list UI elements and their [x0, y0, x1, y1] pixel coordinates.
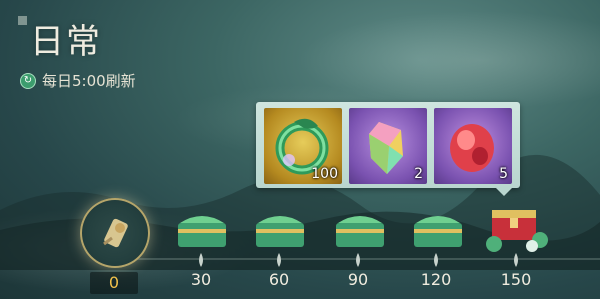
jade-chest-icon [414, 216, 462, 247]
chest-tier-30[interactable] [172, 205, 232, 253]
chest-tier-150[interactable] [482, 196, 552, 254]
tier-marker-icon [356, 253, 360, 267]
chest-tier-120[interactable] [408, 205, 468, 253]
red-chest-icon [486, 210, 548, 252]
tier-marker-icon [434, 253, 438, 267]
tier-label: 90 [347, 270, 369, 289]
tier-marker-icon [199, 253, 203, 267]
tier-marker-icon [514, 253, 518, 267]
reward-slot-purple-crystal[interactable]: 2 [349, 108, 427, 184]
title-decoration [18, 16, 27, 25]
jade-chest-icon [178, 216, 226, 247]
refresh-info: ↻ 每日5:00刷新 [20, 70, 136, 91]
tier-label: 150 [500, 270, 532, 289]
jade-chest-icon [256, 216, 304, 247]
reward-slot-dragon-ring[interactable]: 100 [264, 108, 342, 184]
jade-chest-icon [336, 216, 384, 247]
reward-count: 5 [499, 166, 508, 182]
reward-popup: 100 2 5 [256, 102, 520, 196]
reward-count: 100 [311, 166, 338, 182]
activity-orb [80, 198, 150, 268]
refresh-icon: ↻ [20, 72, 36, 89]
key-scroll-icon [103, 218, 128, 248]
chest-tier-60[interactable] [250, 205, 310, 253]
page-title: 日常 [30, 22, 102, 62]
reward-slot-red-gem[interactable]: 5 [434, 108, 512, 184]
progress-track [100, 258, 600, 260]
refresh-text: 每日5:00刷新 [42, 72, 136, 90]
tier-label: 60 [268, 270, 290, 289]
tier-label: 30 [190, 270, 212, 289]
current-activity-value: 0 [90, 272, 138, 294]
tier-label: 120 [420, 270, 452, 289]
reward-count: 2 [414, 166, 423, 182]
tier-marker-icon [277, 253, 281, 267]
chest-tier-90[interactable] [330, 205, 390, 253]
